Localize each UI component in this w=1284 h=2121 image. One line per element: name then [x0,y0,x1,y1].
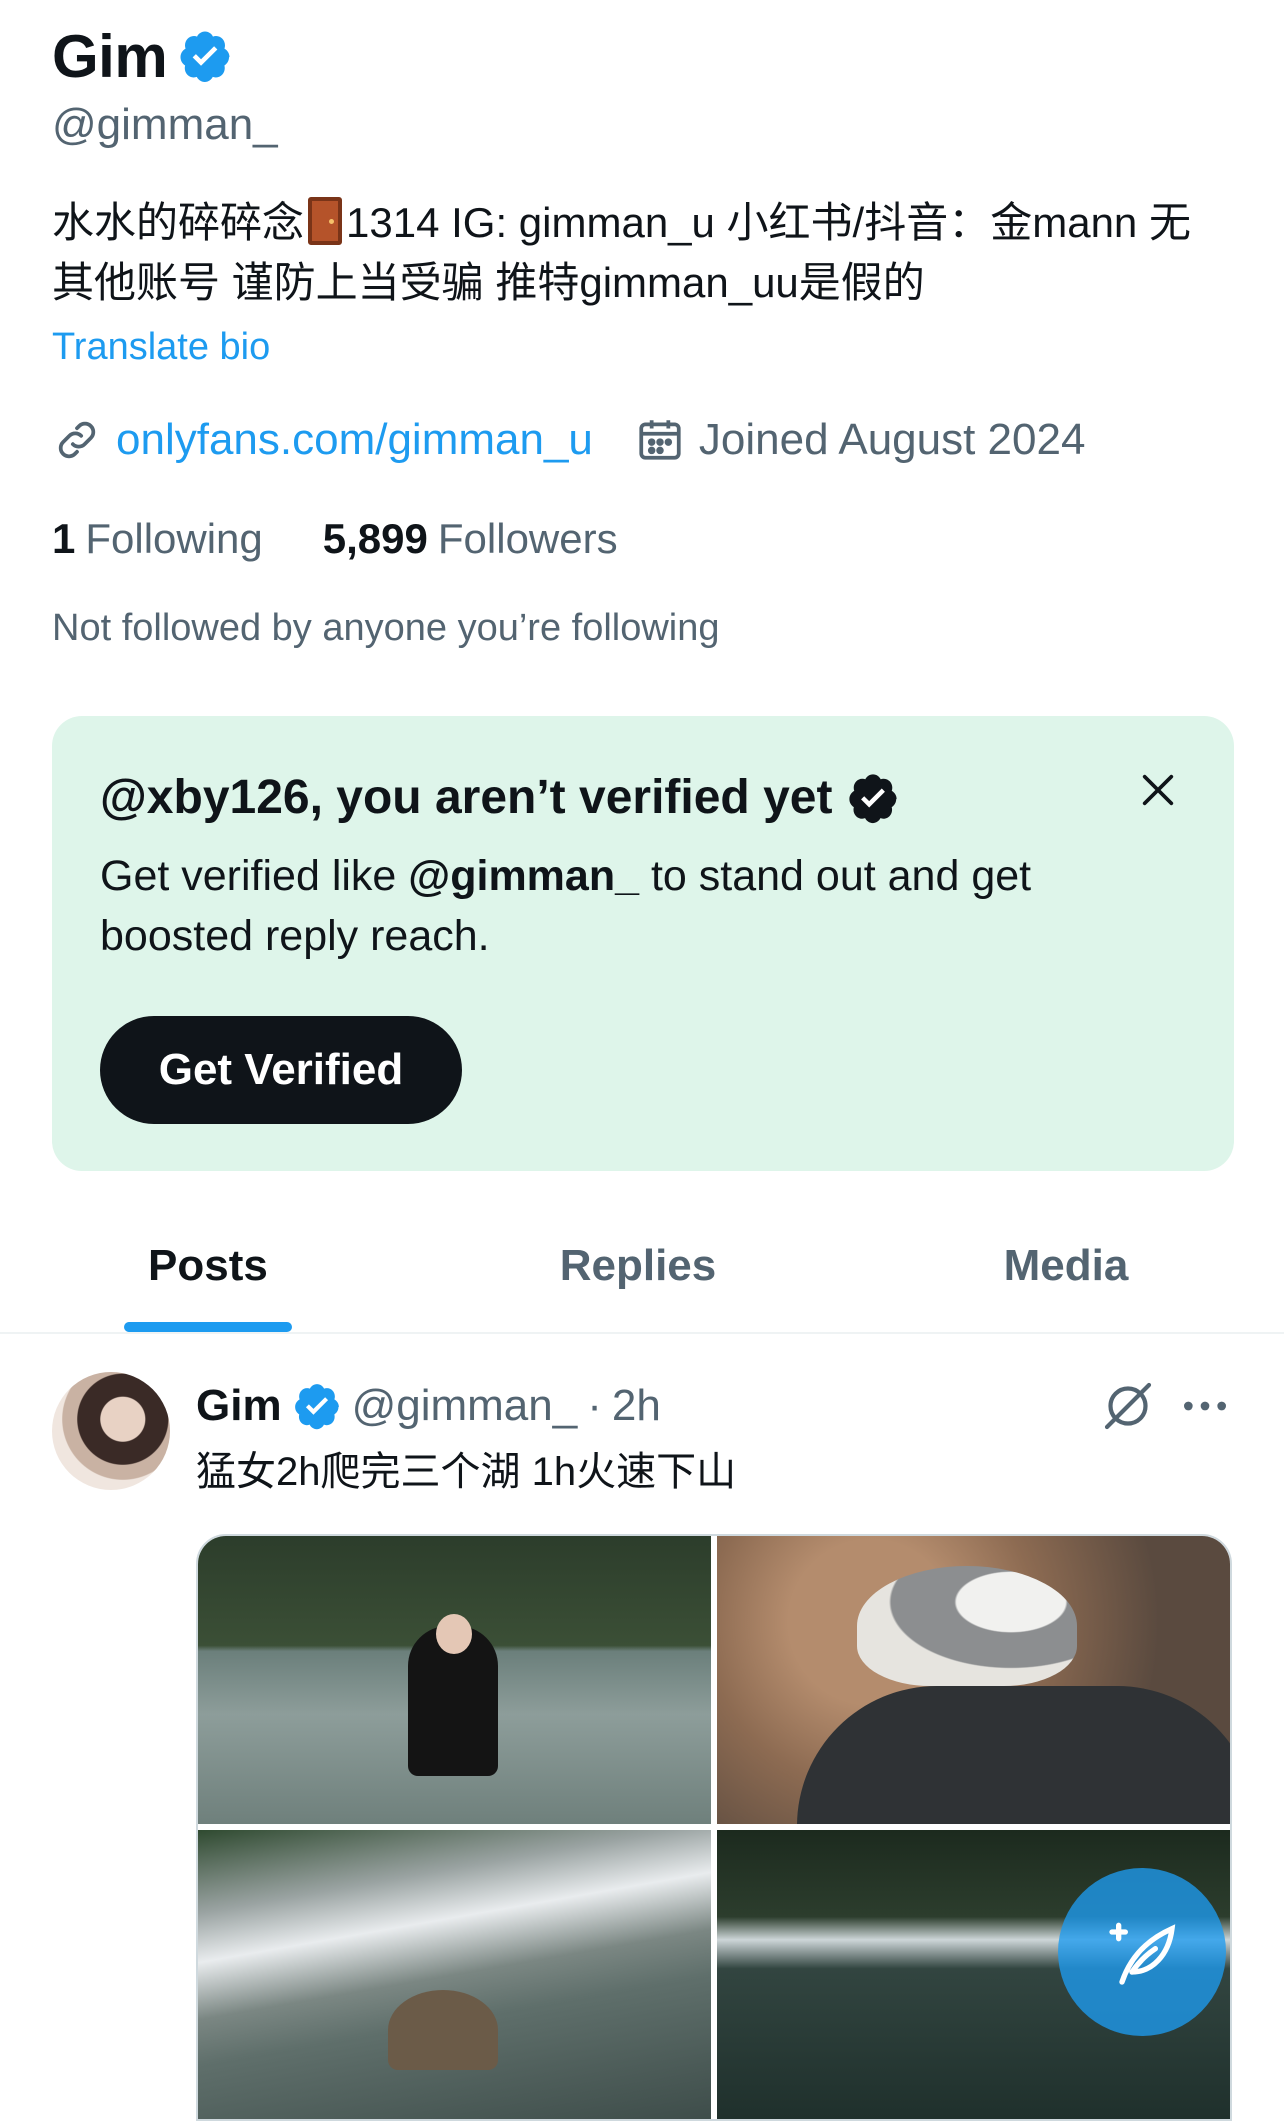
grok-icon[interactable] [1100,1378,1156,1434]
link-icon [58,421,96,459]
photo-subject [797,1686,1230,1824]
profile-stats: 1 Following 5,899 Followers [52,515,678,563]
verify-body-prefix: Get verified like [100,852,409,900]
tab-posts-label: Posts [148,1241,268,1290]
following-stat[interactable]: 1 Following [52,515,263,563]
followers-label: Followers [437,515,618,562]
verify-card-body: Get verified like @gimman_ to stand out … [100,846,1150,966]
profile-joined: Joined August 2024 [635,415,1086,465]
post-header: Gim @gimman_ · 2h [196,1374,661,1438]
verify-prompt-card: @xby126, you aren’t verified yet Get ver… [52,716,1234,1171]
post-photo-1[interactable] [198,1536,711,1824]
tab-media-label: Media [1003,1241,1129,1290]
tab-replies-label: Replies [559,1241,717,1290]
verified-badge-icon[interactable] [177,28,233,84]
post-photo-3[interactable] [198,1830,711,2119]
tab-posts[interactable]: Posts [0,1200,428,1332]
photo-bird [857,1566,1077,1686]
post-photo-2[interactable] [717,1536,1230,1824]
profile-website-link[interactable]: onlyfans.com/gimman_u [116,415,593,465]
translate-bio-link[interactable]: Translate bio [52,326,270,369]
post-author-handle[interactable]: @gimman_ [352,1381,578,1431]
post-media-grid [196,1534,1232,2121]
profile-bio: 水水的碎碎念 1314 IG: gimman_u 小红书/抖音：金mann 无其他… [52,193,1232,313]
joined-date: Joined August 2024 [698,415,1086,464]
post-author-name[interactable]: Gim [196,1381,282,1431]
compose-icon [1109,1922,1176,1985]
post-timestamp[interactable]: 2h [612,1381,661,1431]
verified-badge-icon [849,773,898,823]
photo-subject [388,1990,498,2070]
profile-handle: @gimman_ [52,100,278,149]
separator-dot: · [587,1381,602,1430]
avatar[interactable] [52,1372,170,1490]
get-verified-button[interactable]: Get Verified [100,1016,462,1124]
following-label: Following [85,515,263,562]
bio-text-1: 水水的碎碎念 [52,199,305,246]
close-icon[interactable] [1138,770,1178,810]
tab-replies[interactable]: Replies [428,1200,848,1332]
profile-meta: onlyfans.com/gimman_u Joined August 2024 [52,415,1085,465]
post-text: 猛女2h爬完三个湖 1h火速下山 [196,1450,737,1494]
verify-card-title: @xby126, you aren’t verified yet [100,770,900,825]
verify-card-title-text: @xby126, you aren’t verified yet [100,771,833,824]
compose-button[interactable] [1058,1868,1226,2036]
verify-body-handle: @gimman_ [408,852,640,900]
profile-name-row: Gim [52,22,233,90]
calendar-icon [639,420,681,460]
active-tab-indicator [124,1322,292,1332]
photo-subject-head [436,1614,472,1654]
door-emoji-icon [308,197,343,245]
tab-media[interactable]: Media [848,1200,1284,1332]
profile-name: Gim [52,22,168,90]
more-icon[interactable] [1180,1388,1230,1424]
profile-tabs: Posts Replies Media [0,1200,1284,1334]
followers-stat[interactable]: 5,899 Followers [323,515,618,563]
not-followed-note: Not followed by anyone you’re following [52,607,720,649]
followers-count: 5,899 [322,515,428,562]
verified-badge-icon [294,1384,339,1430]
following-count: 1 [52,515,76,562]
